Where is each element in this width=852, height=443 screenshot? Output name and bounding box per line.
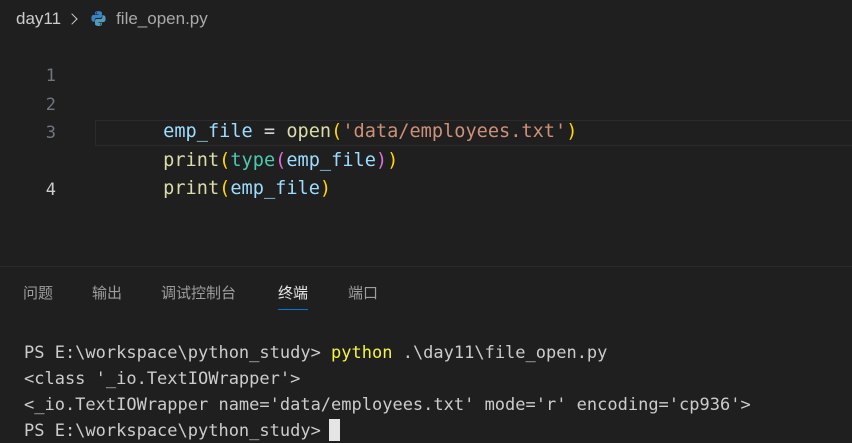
terminal[interactable]: PS E:\workspace\python_study> python .\d… [24, 340, 844, 443]
terminal-line: PS E:\workspace\python_study> python .\d… [24, 340, 844, 366]
terminal-prompt: PS E:\workspace\python_study> [24, 421, 321, 441]
code-token: ( [219, 178, 231, 199]
terminal-output: <_io.TextIOWrapper name='data/employees.… [24, 395, 751, 415]
tab-output[interactable]: 输出 [92, 278, 122, 308]
python-icon [91, 10, 106, 26]
terminal-cursor [328, 419, 340, 441]
code-line[interactable]: 1 emp_file = open('data/employees.txt') [0, 34, 852, 142]
code-editor[interactable]: 1 emp_file = open('data/employees.txt') … [0, 34, 852, 266]
code-line-current[interactable]: 4 [0, 120, 852, 200]
code-content[interactable]: print(emp_file) [96, 147, 331, 231]
tab-problems[interactable]: 问题 [23, 278, 53, 308]
code-line[interactable]: 2 print(type(emp_file)) [0, 63, 852, 171]
tab-ports[interactable]: 端口 [348, 278, 378, 308]
breadcrumb: day11 file_open.py [16, 6, 208, 32]
terminal-output: <class '_io.TextIOWrapper'> [24, 369, 301, 389]
current-line-highlight [95, 120, 852, 146]
terminal-command-args: .\day11\file_open.py [392, 343, 608, 363]
chevron-right-icon [66, 13, 78, 25]
code-token: ) [387, 150, 399, 171]
line-number: 4 [45, 180, 56, 200]
terminal-prompt: PS E:\workspace\python_study> [24, 343, 332, 363]
terminal-line: PS E:\workspace\python_study> [24, 418, 844, 443]
breadcrumb-folder[interactable]: day11 [16, 9, 61, 29]
panel-tabs: 问题 输出 调试控制台 终端 端口 [0, 278, 852, 312]
code-token: print [163, 178, 220, 199]
terminal-command: python [331, 343, 393, 363]
panel-divider[interactable] [0, 266, 852, 267]
code-token: ) [375, 150, 388, 171]
tab-terminal[interactable]: 终端 [278, 278, 309, 310]
code-token: ) [319, 178, 332, 199]
breadcrumb-file[interactable]: file_open.py [116, 9, 208, 29]
tab-debug-console[interactable]: 调试控制台 [161, 278, 236, 308]
code-line[interactable]: 3 print(emp_file) [0, 91, 852, 199]
code-token: emp_file [230, 178, 320, 199]
